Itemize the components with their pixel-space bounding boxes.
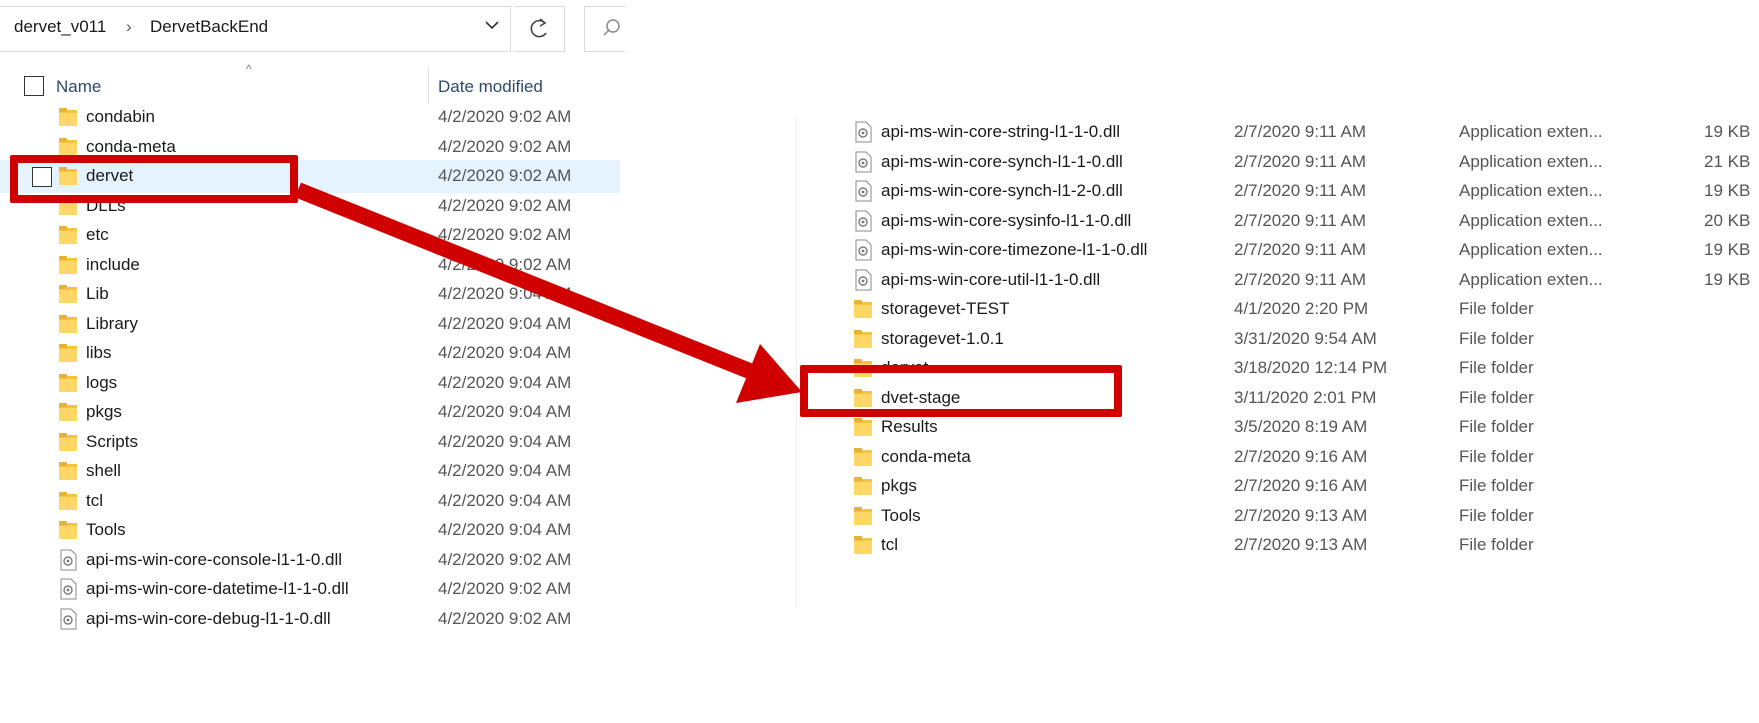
annotation-arrow-icon xyxy=(295,182,802,403)
